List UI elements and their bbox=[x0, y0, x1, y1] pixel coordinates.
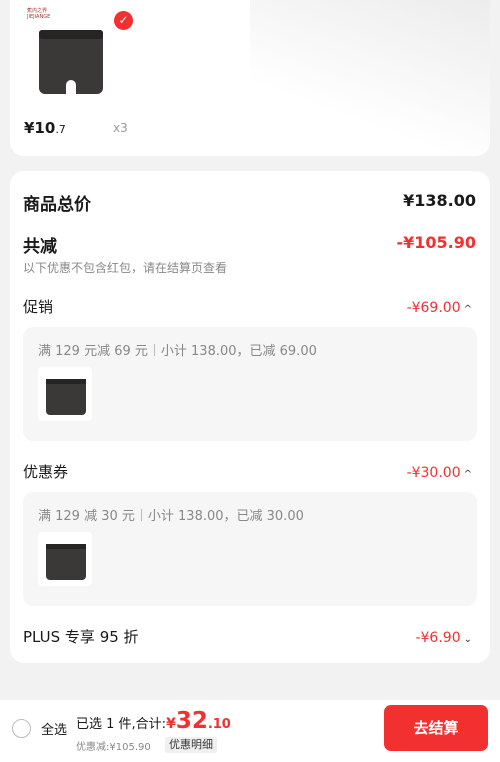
coupon-rule: 满 129 减 30 元 bbox=[38, 509, 135, 524]
discount-detail-link[interactable]: 优惠明细 bbox=[165, 737, 217, 753]
product-quantity: x3 bbox=[113, 121, 128, 135]
plus-discount-toggle[interactable]: -¥6.90 ⌄ bbox=[415, 627, 472, 646]
plus-discount-amount: -¥6.90 bbox=[415, 630, 461, 646]
collapse-caret-icon: ^ bbox=[463, 304, 472, 315]
shorts-waistband bbox=[46, 379, 86, 384]
selected-check-icon[interactable]: ✓ bbox=[114, 11, 133, 30]
promo-detail-box: 满 129 元减 69 元小计 138.00，已减 69.00 bbox=[23, 327, 477, 441]
select-all-label[interactable]: 全选 bbox=[41, 719, 67, 738]
total-price-label: 商品总价 bbox=[23, 195, 91, 215]
selected-summary: 已选 1 件,合计:¥32.10 bbox=[76, 708, 231, 734]
divider bbox=[140, 509, 142, 521]
promo-toggle[interactable]: -¥69.00 ^ bbox=[407, 297, 472, 316]
coupon-product-thumb[interactable] bbox=[38, 532, 92, 586]
total-price-value: ¥138.00 bbox=[403, 191, 476, 210]
product-image[interactable]: 蕉内之界 JIEJIANGE bbox=[24, 6, 114, 98]
coupon-detail-box: 满 129 减 30 元小计 138.00，已减 30.00 bbox=[23, 492, 477, 606]
divider bbox=[153, 344, 155, 356]
price-integer: ¥10 bbox=[24, 119, 56, 137]
discount-total: 优惠减:¥105.90 bbox=[76, 742, 151, 753]
price-decimal: .7 bbox=[55, 123, 66, 136]
coupon-subtotal: 小计 138.00，已减 30.00 bbox=[147, 509, 304, 524]
shorts-body bbox=[46, 379, 86, 415]
shorts-waistband bbox=[46, 544, 86, 549]
card-background-gradient bbox=[250, 0, 490, 156]
brand-logo: 蕉内之界 JIEJIANGE bbox=[27, 8, 51, 20]
promo-label: 促销 bbox=[23, 298, 54, 316]
selected-count: 已选 1 件,合计: bbox=[76, 717, 167, 732]
discount-detail-card: 商品总价 ¥138.00 共减 -¥105.90 以下优惠不包含红包，请在结算页… bbox=[10, 171, 490, 663]
promo-rule-line: 满 129 元减 69 元小计 138.00，已减 69.00 bbox=[38, 340, 317, 359]
checkout-button[interactable]: 去结算 bbox=[384, 705, 488, 751]
reduce-note: 以下优惠不包含红包，请在结算页查看 bbox=[23, 261, 228, 275]
total-decimal: .10 bbox=[207, 717, 231, 732]
expand-caret-icon: ⌄ bbox=[463, 634, 472, 645]
plus-discount-label: PLUS 专享 95 折 bbox=[23, 628, 139, 646]
checkout-bar: 全选 已选 1 件,合计:¥32.10 优惠减:¥105.90 优惠明细 去结算 bbox=[0, 700, 500, 762]
shorts-leg-gap bbox=[66, 80, 76, 94]
promo-rule: 满 129 元减 69 元 bbox=[38, 344, 148, 359]
select-all-radio[interactable] bbox=[12, 719, 31, 738]
cart-product-card: 蕉内之界 JIEJIANGE ✓ ¥10.7 x3 bbox=[10, 0, 490, 156]
coupon-rule-line: 满 129 减 30 元小计 138.00，已减 30.00 bbox=[38, 505, 304, 524]
coupon-toggle[interactable]: -¥30.00 ^ bbox=[407, 462, 472, 481]
collapse-caret-icon: ^ bbox=[463, 469, 472, 480]
shorts-waistband bbox=[39, 30, 103, 39]
shorts-body bbox=[46, 544, 86, 580]
coupon-label: 优惠券 bbox=[23, 463, 69, 481]
total-reduce-label: 共减 bbox=[23, 237, 57, 257]
coupon-amount: -¥30.00 bbox=[406, 465, 461, 481]
promo-subtotal: 小计 138.00，已减 69.00 bbox=[160, 344, 317, 359]
total-integer: 32 bbox=[175, 708, 208, 734]
promo-product-thumb[interactable] bbox=[38, 367, 92, 421]
product-price: ¥10.7 bbox=[24, 119, 66, 137]
total-symbol: ¥ bbox=[166, 716, 176, 732]
total-reduce-value: -¥105.90 bbox=[396, 233, 476, 252]
promo-amount: -¥69.00 bbox=[406, 300, 461, 316]
